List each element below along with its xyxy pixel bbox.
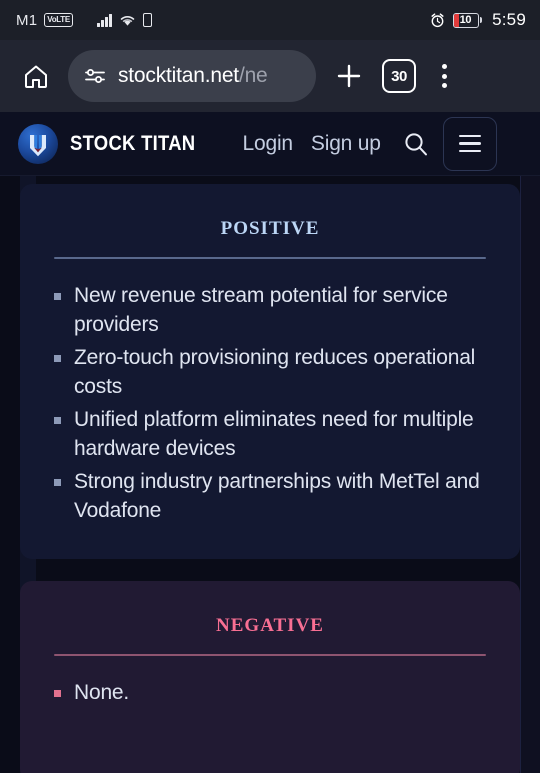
url-text[interactable]: stocktitan.net/ne	[118, 64, 268, 88]
negative-card-divider	[54, 654, 486, 656]
negative-sentiment-card: Negative None.	[20, 581, 520, 773]
list-item: New revenue stream potential for service…	[48, 281, 492, 339]
tab-switcher-button[interactable]: 30	[382, 59, 416, 93]
negative-card-title: Negative	[216, 607, 324, 637]
hamburger-menu-icon-line3	[458, 149, 481, 152]
page-left-rail	[0, 176, 20, 773]
list-item: None.	[48, 678, 492, 707]
signup-link[interactable]: Sign up	[311, 132, 381, 156]
url-path-truncated: /ne	[238, 64, 268, 87]
content-column: Positive New revenue stream potential fo…	[20, 176, 520, 773]
clock-label: 5:59	[492, 10, 526, 29]
android-status-bar: M1 VoLTE 10 5:59	[0, 0, 540, 40]
negative-bullet-list: None.	[48, 678, 492, 707]
signal-bars-icon	[96, 13, 112, 27]
browser-overflow-menu-button[interactable]	[426, 54, 462, 98]
site-settings-tune-icon[interactable]	[84, 67, 106, 85]
battery-body: 10	[452, 12, 479, 28]
url-bar[interactable]: stocktitan.net/ne	[68, 50, 316, 102]
positive-card-title: Positive	[220, 210, 320, 240]
stock-titan-logo-icon	[18, 123, 58, 164]
hamburger-menu-icon	[458, 135, 481, 138]
home-icon	[25, 65, 47, 88]
battery-percent-label: 10	[459, 14, 472, 26]
header-nav: Login Sign up	[243, 132, 381, 156]
positive-sentiment-card: Positive New revenue stream potential fo…	[20, 184, 520, 559]
plus-icon	[337, 64, 361, 88]
status-bar-right-cluster: 10 5:59	[430, 0, 526, 40]
battery-indicator: 10	[452, 12, 483, 28]
volte-badge: VoLTE	[44, 13, 73, 27]
list-item: Unified platform eliminates need for mul…	[48, 405, 492, 463]
site-logo-link[interactable]: STOCK TITAN	[18, 123, 213, 164]
search-button[interactable]	[395, 123, 437, 165]
login-link[interactable]: Login	[243, 132, 294, 156]
search-icon	[405, 132, 427, 155]
new-tab-button[interactable]	[326, 53, 372, 99]
browser-toolbar: stocktitan.net/ne 30	[0, 40, 540, 112]
alarm-clock-icon	[430, 12, 445, 28]
home-button[interactable]	[14, 54, 58, 98]
page-right-rail[interactable]	[520, 176, 540, 773]
wifi-icon	[119, 13, 136, 27]
battery-cap	[479, 17, 483, 23]
three-dot-menu-icon	[441, 64, 447, 69]
positive-card-divider	[54, 257, 486, 259]
positive-bullet-list: New revenue stream potential for service…	[48, 281, 492, 525]
three-dot-menu-icon-dot2	[441, 73, 447, 79]
site-header: STOCK TITAN Login Sign up	[0, 112, 540, 176]
list-item: Zero-touch provisioning reduces operatio…	[48, 343, 492, 401]
tab-count-label: 30	[391, 67, 407, 85]
hamburger-menu-button[interactable]	[442, 116, 497, 171]
url-host: stocktitan.net	[118, 64, 239, 87]
three-dot-menu-icon-dot3	[441, 83, 447, 88]
list-item: Strong industry partnerships with MetTel…	[48, 467, 492, 525]
brand-name: STOCK TITAN	[70, 131, 196, 155]
carrier-label: M1	[16, 11, 38, 29]
status-bar-left-cluster: M1 VoLTE	[16, 12, 152, 29]
page-body: Positive New revenue stream potential fo…	[0, 176, 540, 773]
hamburger-menu-icon-line2	[458, 142, 481, 145]
sim-card-icon	[142, 13, 152, 27]
